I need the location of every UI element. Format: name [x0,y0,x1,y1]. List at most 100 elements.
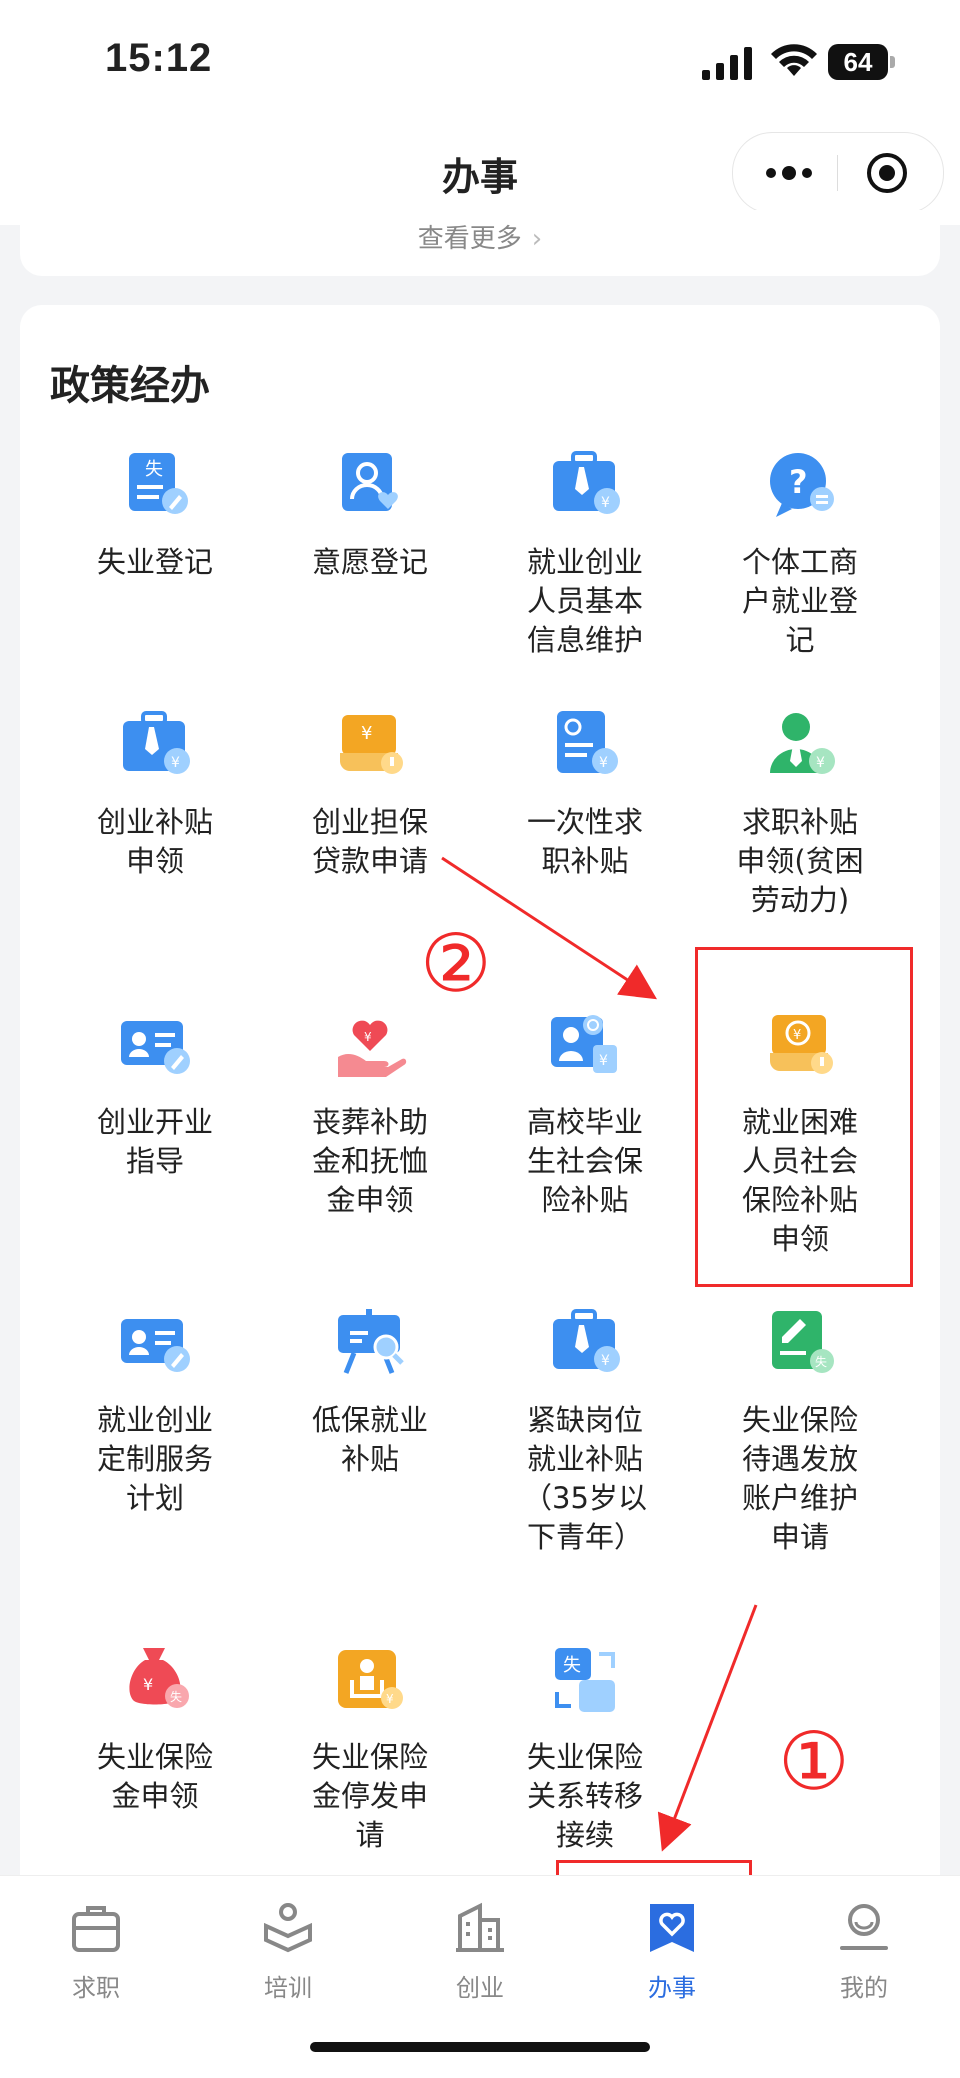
service-item-staff-info-maintain[interactable]: ¥ 就业创业人员基本信息维护 [485,445,685,660]
service-item-label: 就业创业人员基本信息维护 [526,545,643,657]
id-card-edit-icon [121,1021,190,1074]
person-yuan-icon: ¥ [770,713,835,774]
svg-text:¥: ¥ [386,1692,394,1706]
service-item-insurance-account-maintain[interactable]: 失 失业保险待遇发放账户维护申请 [700,1303,900,1557]
edit-document-icon: 失 [772,1311,834,1373]
question-chat-icon: ? [770,453,834,517]
status-time: 15:12 [105,36,213,80]
battery-icon: 64 [828,44,898,82]
unemployment-register-icon: 失 [129,453,188,514]
tab-banshi[interactable]: 办事 [576,1886,768,2006]
tab-label: 办事 [648,1974,696,2002]
service-item-individual-business-register[interactable]: ? 个体工商户就业登记 [700,445,900,660]
profile-icon [840,1904,888,1950]
tab-wode[interactable]: 我的 [768,1886,960,2006]
wifi-icon [771,44,817,76]
building-icon [456,1902,504,1952]
briefcase-yuan-icon: ¥ [553,451,620,514]
heart-flag-icon [650,1904,694,1952]
service-item-label: 失业保险金停发申请 [311,1740,428,1852]
briefcase-yuan-icon: ¥ [553,1309,620,1372]
service-item-label: 高校毕业生社会保险补贴 [526,1105,643,1217]
svg-text:¥: ¥ [816,755,825,771]
svg-text:¥: ¥ [171,755,180,771]
service-item-label: 个体工商户就业登记 [741,545,858,657]
tab-label: 我的 [840,1974,888,2002]
service-item-label: 一次性求职补贴 [526,805,643,878]
annotation-step-1: ① [778,1715,850,1808]
service-item-funeral-subsidy[interactable]: ¥ 丧葬补助金和抚恤金申领 [270,1005,470,1220]
chevron-right-icon: › [531,224,543,254]
tab-label: 培训 [264,1974,312,2002]
svg-text:¥: ¥ [601,1353,610,1369]
service-item-label: 低保就业补贴 [311,1403,428,1476]
intent-register-icon [342,453,398,511]
briefcase-yuan-icon: ¥ [123,711,190,774]
briefcase-icon [72,1906,120,1952]
previous-card: 查看更多 › [20,210,940,276]
training-icon [264,1903,312,1953]
service-item-one-time-job-subsidy[interactable]: ¥ 一次性求职补贴 [485,705,685,881]
service-item-startup-guidance[interactable]: 创业开业指导 [55,1005,255,1181]
tab-qiuzhi[interactable]: 求职 [0,1886,192,2006]
service-item-unemployment-insurance-claim[interactable]: ¥ 失 失业保险金申领 [55,1640,255,1816]
presentation-search-icon [338,1309,404,1374]
tab-label: 创业 [456,1974,504,2002]
svg-text:¥: ¥ [364,1030,372,1044]
graduate-insurance-icon: ¥ [551,1015,617,1073]
annotation-step-2: ② [420,917,492,1010]
id-card-edit-icon [121,1319,190,1372]
more-icon[interactable] [761,155,817,191]
svg-text:¥: ¥ [599,755,608,771]
status-bar: 15:12 64 [0,0,960,120]
svg-text:失: 失 [145,459,163,480]
service-item-dibao-employment-subsidy[interactable]: 低保就业补贴 [270,1303,470,1479]
home-indicator [310,2042,650,2052]
service-item-insurance-transfer[interactable]: 失 失业保险关系转移接续 [485,1640,685,1855]
transfer-icon: 失 [555,1648,615,1712]
service-item-label: 求职补贴申领(贫困劳动力) [736,805,864,917]
document-yuan-icon: ¥ [557,711,618,774]
service-item-loan-guarantee[interactable]: ¥ 创业担保贷款申请 [270,705,470,881]
service-item-label: 失业登记 [96,545,213,579]
svg-text:¥: ¥ [601,495,610,511]
mini-program-capsule [732,132,944,214]
svg-text:失: 失 [563,1655,581,1676]
service-item-unemployment-insurance-stop[interactable]: ¥ 失业保险金停发申请 [270,1640,470,1855]
service-item-unemployment-register[interactable]: 失 失业登记 [55,445,255,582]
see-more-label: 查看更多 [417,224,522,254]
service-item-job-subsidy-poor[interactable]: ¥ 求职补贴申领(贫困劳动力) [700,705,900,920]
see-more-link[interactable]: 查看更多 › [20,218,940,255]
service-item-label: 失业保险关系转移接续 [526,1740,643,1852]
heart-hand-icon: ¥ [338,1020,407,1077]
service-item-label: 创业担保贷款申请 [311,805,428,878]
service-item-shortage-post-subsidy[interactable]: ¥ 紧缺岗位就业补贴（35岁以下青年） [485,1303,685,1557]
service-item-label: 失业保险金申领 [96,1740,213,1813]
svg-text:¥: ¥ [143,1675,153,1694]
battery-level: 64 [828,44,888,80]
tab-peixun[interactable]: 培训 [192,1886,384,2006]
service-item-startup-subsidy[interactable]: ¥ 创业补贴申领 [55,705,255,881]
service-item-custom-service-plan[interactable]: 就业创业定制服务计划 [55,1303,255,1518]
svg-text:失: 失 [815,1354,827,1369]
section-title: 政策经办 [50,363,210,409]
person-stop-icon: ¥ [338,1650,403,1709]
cellular-signal-icon [702,47,752,80]
tab-label: 求职 [72,1974,120,2002]
close-target-icon[interactable] [865,151,909,195]
service-item-label: 创业开业指导 [96,1105,213,1178]
tab-chuangye[interactable]: 创业 [384,1886,576,2006]
svg-text:?: ? [789,463,808,501]
svg-text:失: 失 [170,1689,182,1704]
highlight-box-insurance-subsidy [695,947,913,1287]
money-bag-icon: ¥ 失 [129,1648,189,1708]
service-item-label: 紧缺岗位就业补贴（35岁以下青年） [523,1403,647,1554]
svg-text:¥: ¥ [361,723,372,744]
loan-guarantee-icon: ¥ [340,715,403,774]
service-item-label: 意愿登记 [311,545,428,579]
service-item-label: 丧葬补助金和抚恤金申领 [311,1105,428,1217]
service-item-graduate-insurance-subsidy[interactable]: ¥ 高校毕业生社会保险补贴 [485,1005,685,1220]
service-item-label: 创业补贴申领 [96,805,213,878]
service-item-intent-register[interactable]: 意愿登记 [270,445,470,582]
svg-text:¥: ¥ [599,1053,608,1069]
